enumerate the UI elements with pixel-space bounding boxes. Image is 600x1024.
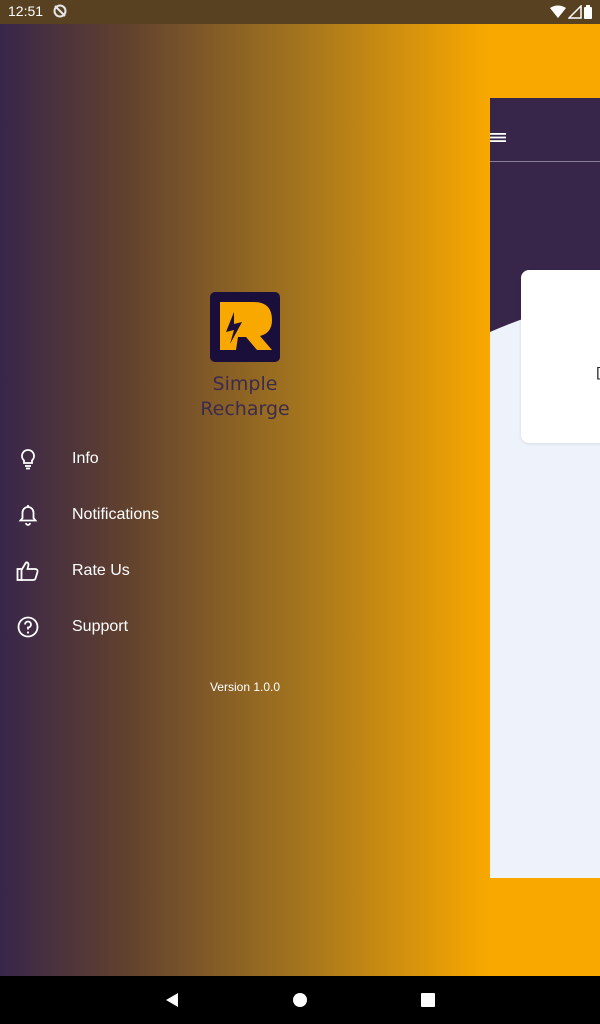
brand-line-2: Recharge [200, 398, 290, 420]
app-brand-name: Simple Recharge [175, 372, 315, 422]
menu-item-label: Notifications [72, 506, 160, 523]
lightbulb-icon [21, 449, 35, 470]
app-card: [ [521, 270, 600, 443]
system-navigation-bar [0, 976, 600, 1024]
status-time: 12:51 [8, 3, 44, 19]
menu-icon[interactable] [490, 130, 506, 144]
menu-item-rate-us[interactable]: Rate Us [0, 543, 300, 599]
menu-item-support[interactable]: Support [0, 599, 300, 655]
menu-item-label: Support [72, 618, 129, 635]
home-icon[interactable] [290, 990, 310, 1010]
menu-item-label: Info [72, 450, 99, 467]
back-icon[interactable] [162, 990, 182, 1010]
menu-item-info[interactable]: Info [0, 431, 300, 487]
menu-item-notifications[interactable]: Notifications [0, 487, 300, 543]
menu-item-label: Rate Us [72, 562, 130, 579]
app-toolbar [490, 98, 600, 162]
help-circle-icon [17, 616, 39, 638]
app-card-text-fragment: [ [596, 366, 600, 382]
signal-icon [568, 5, 582, 19]
app-version: Version 1.0.0 [209, 680, 281, 694]
bell-icon [18, 505, 38, 526]
thumb-up-icon [16, 561, 39, 581]
status-bar: 12:51 [0, 0, 600, 24]
brand-line-1: Simple [212, 373, 278, 395]
recents-icon[interactable] [418, 990, 438, 1010]
navigation-drawer: Simple Recharge Info Notifications Rate … [0, 24, 490, 976]
status-icons [550, 4, 592, 20]
sync-off-icon [53, 4, 67, 18]
battery-icon [584, 5, 592, 19]
app-logo [210, 292, 280, 362]
app-screen-peek: [ [490, 98, 600, 878]
wifi-icon [550, 5, 566, 18]
